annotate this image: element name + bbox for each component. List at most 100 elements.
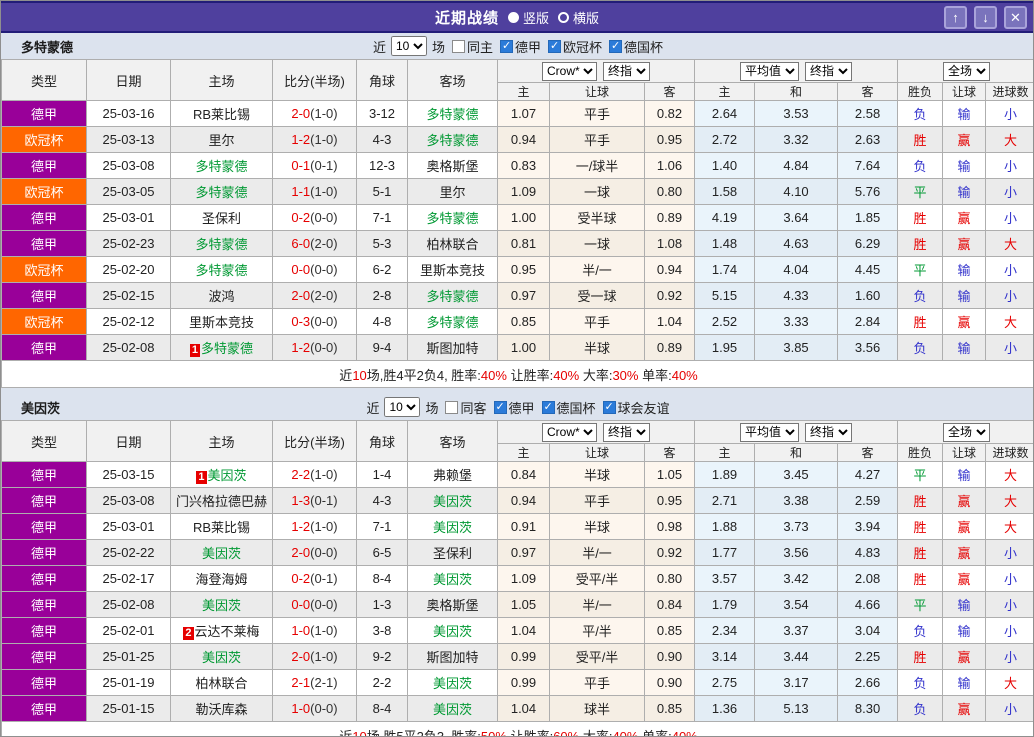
odds-company-select[interactable]: Crow*: [542, 61, 597, 81]
odds-stage-select[interactable]: 终指: [603, 422, 650, 442]
odds-handicap: 半/一: [549, 591, 645, 618]
sub-header-2: 客: [643, 443, 696, 462]
avg-stage-select[interactable]: 终指: [805, 61, 853, 81]
avg-source-select[interactable]: 平均值: [740, 61, 800, 81]
result-outcome: 平: [897, 256, 944, 283]
match-row: 德甲 25-02-17 海登海姆 0-2(0-1) 8-4 美因茨 1.09 受平/半 0.80…: [1, 565, 1033, 592]
col-header-4: 角球: [356, 420, 408, 462]
league-filter-checkbox[interactable]: 球会友谊: [602, 398, 670, 417]
home-team-cell: 多特蒙德: [170, 152, 273, 179]
team-label: 多特蒙德: [426, 315, 479, 330]
result-goals: 大: [985, 513, 1033, 540]
corners-cell: 5-3: [356, 230, 408, 257]
scope-select[interactable]: 全场: [943, 61, 991, 81]
odds-handicap: 半球: [549, 513, 645, 540]
summary-text: 近: [339, 728, 353, 737]
avg-away: 4.45: [837, 256, 899, 283]
date-cell: 25-01-25: [86, 643, 171, 670]
avg-source-select[interactable]: 平均值: [740, 422, 800, 442]
team-label: 里斯本竞技: [419, 263, 485, 278]
corners-cell: 2-2: [356, 669, 408, 696]
league-badge: 德甲: [1, 539, 87, 566]
titlebar-buttons: ↑ ↓ ✕: [944, 6, 1027, 29]
team-label: 云达不莱梅: [194, 624, 260, 639]
col-header-2: 主场: [170, 420, 273, 462]
date-cell: 25-03-16: [86, 100, 171, 127]
date-cell: 25-02-20: [86, 256, 171, 283]
odds-away: 1.06: [643, 152, 696, 179]
score-cell: 1-0(0-0): [272, 695, 357, 722]
sub-header-2: 客: [643, 82, 696, 101]
rank-badge: 2: [183, 627, 194, 640]
date-cell: 25-02-12: [86, 308, 171, 335]
date-cell: 25-02-08: [86, 334, 171, 361]
league-filter-checkbox[interactable]: 德甲: [500, 37, 541, 56]
close-button[interactable]: ✕: [1004, 6, 1027, 29]
odds-home: 0.95: [497, 256, 550, 283]
result-outcome: 胜: [897, 539, 944, 566]
away-team-cell: 多特蒙德: [407, 100, 498, 127]
half-score: (0-0): [310, 545, 338, 560]
league-filter-checkbox[interactable]: 德国杯: [609, 37, 663, 56]
avg-home: 1.74: [694, 256, 756, 283]
odds-away: 0.85: [643, 695, 696, 722]
league-filter-checkbox[interactable]: 德国杯: [541, 398, 596, 417]
titlebar: 近期战绩 竖版 横版 ↑ ↓ ✕: [1, 1, 1033, 33]
team-label: 奥格斯堡: [426, 159, 479, 174]
move-up-button[interactable]: ↑: [944, 6, 967, 29]
corners-cell: 2-8: [356, 282, 408, 309]
recent-count-select[interactable]: 10: [384, 397, 421, 417]
result-goals: 小: [985, 256, 1033, 283]
odds-stage-select[interactable]: 终指: [603, 61, 650, 81]
col-header-5: 客场: [407, 420, 498, 462]
col-header-1: 日期: [86, 420, 171, 462]
avg-away: 5.76: [837, 178, 899, 205]
away-team-cell: 奥格斯堡: [407, 152, 498, 179]
summary-text: 大率:: [579, 367, 613, 383]
avg-home: 2.72: [694, 126, 756, 153]
date-cell: 25-02-08: [86, 591, 171, 618]
same-venue-checkbox[interactable]: 同主: [451, 37, 493, 56]
summary-text: 让胜率:: [506, 728, 554, 737]
match-row: 德甲 25-02-15 波鸿 2-0(2-0) 2-8 多特蒙德 0.97 受一球 0.92 5.…: [1, 282, 1033, 309]
league-filter-checkbox[interactable]: 德甲: [493, 398, 535, 417]
summary-text: 40%: [671, 728, 698, 737]
col-header-3: 比分(半场): [272, 59, 357, 101]
scope-select[interactable]: 全场: [943, 422, 991, 442]
team-section: 美因茨近10场同客德甲德国杯球会友谊类型日期主场比分(半场)角球客场Crow*终…: [1, 394, 1033, 737]
date-cell: 25-03-01: [86, 513, 171, 540]
half-score: (1-0): [310, 106, 338, 121]
result-goals: 小: [985, 204, 1033, 231]
home-team-cell: 多特蒙德: [170, 178, 273, 205]
same-venue-checkbox[interactable]: 同客: [445, 398, 487, 417]
result-outcome: 胜: [897, 204, 944, 231]
result-goals: 大: [985, 487, 1033, 514]
league-filter-checkbox[interactable]: 欧冠杯: [548, 37, 602, 56]
recent-count-select[interactable]: 10: [390, 36, 427, 56]
layout-vertical-radio[interactable]: 竖版: [507, 8, 549, 27]
summary-text: 单率:: [638, 728, 672, 737]
match-row: 德甲 25-01-25 美因茨 2-0(1-0) 9-2 斯图加特 0.99 受平/半 0.90…: [1, 643, 1033, 670]
league-badge: 德甲: [1, 230, 87, 257]
avg-draw: 4.63: [754, 230, 839, 257]
col-header-3: 比分(半场): [272, 420, 357, 462]
checkbox-checked-icon: [548, 39, 562, 53]
sub-header-5: 客: [837, 82, 899, 101]
odds-company-select[interactable]: Crow*: [542, 422, 597, 442]
avg-home: 2.52: [694, 308, 756, 335]
full-score: 0-2: [291, 210, 311, 225]
result-outcome: 胜: [897, 513, 944, 540]
result-handicap: 输: [942, 152, 987, 179]
avg-home: 1.89: [694, 461, 756, 488]
avg-away: 4.66: [837, 591, 899, 618]
result-handicap: 输: [942, 461, 987, 488]
odds-home: 0.97: [497, 539, 550, 566]
home-team-cell: 勒沃库森: [170, 695, 273, 722]
result-goals: 小: [985, 643, 1033, 670]
team-label: 门兴格拉德巴赫: [175, 494, 267, 509]
team-label: RB莱比锡: [192, 107, 251, 122]
move-down-button[interactable]: ↓: [974, 6, 997, 29]
avg-stage-select[interactable]: 终指: [805, 422, 853, 442]
layout-horizontal-radio[interactable]: 横版: [558, 8, 599, 27]
odds-home: 0.97: [497, 282, 550, 309]
